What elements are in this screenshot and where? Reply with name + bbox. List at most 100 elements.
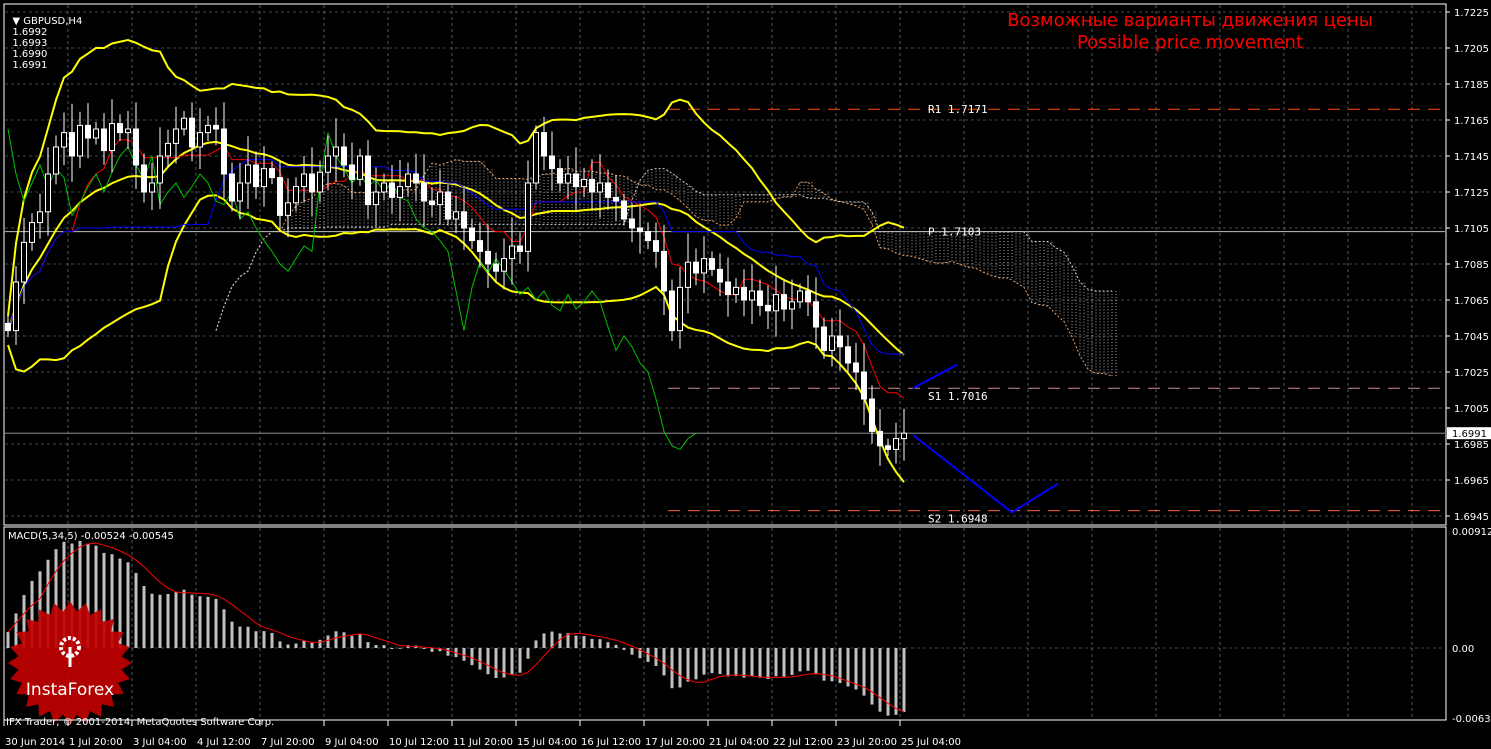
macd-histogram-bar: [742, 648, 746, 678]
ohlc-open: 1.6992: [12, 27, 48, 38]
macd-histogram-bar: [510, 648, 514, 675]
macd-histogram-bar: [230, 621, 234, 648]
macd-histogram-bar: [750, 648, 754, 677]
candle-bear: [485, 250, 491, 265]
candle-bull: [357, 155, 363, 180]
candle-bull: [205, 124, 211, 134]
macd-histogram-bar: [366, 642, 370, 648]
level-name: R1: [928, 103, 948, 116]
macd-histogram-bar: [870, 648, 874, 705]
candle-bear: [445, 191, 451, 220]
macd-histogram-bar: [446, 648, 450, 656]
macd-histogram-bar: [518, 648, 522, 673]
candle-bear: [645, 231, 651, 242]
candle-bull: [37, 211, 43, 224]
macd-histogram-bar: [654, 648, 658, 666]
x-tick-label: 11 Jul 20:00: [453, 737, 513, 748]
macd-histogram-bar: [214, 598, 218, 648]
candle-bull: [773, 294, 779, 312]
price-chart[interactable]: R1 1.7171 P 1.7103 S1 1.7016 S2 1.6948 Inst…: [0, 0, 1491, 749]
candle-bear: [269, 168, 275, 179]
symbol-header[interactable]: ▼ GBPUSD,H4 1.6992 1.6993 1.6990 1.6991: [6, 5, 82, 71]
y-tick-label: 1.7045: [1454, 332, 1489, 343]
candle-bull: [77, 124, 83, 157]
candle-bear: [669, 290, 675, 332]
candle-bull: [317, 171, 323, 193]
candle-bull: [397, 186, 403, 198]
candle-bull: [93, 128, 99, 139]
macd-histogram-bar: [678, 648, 682, 688]
level-value: 1.7103: [941, 226, 981, 239]
candle-bull: [789, 301, 795, 310]
x-tick-label: 23 Jul 20:00: [837, 737, 897, 748]
candle-bear: [469, 227, 475, 242]
candle-bear: [869, 398, 875, 432]
macd-histogram-bar: [470, 648, 474, 666]
candle-bull: [565, 173, 571, 184]
y-tick-label: 1.7085: [1454, 260, 1489, 271]
candle-bull: [749, 290, 755, 301]
macd-histogram-bar: [382, 645, 386, 648]
macd-tick-label: 0.00912: [1452, 527, 1491, 538]
candle-bull: [285, 202, 291, 216]
candle-bear: [493, 263, 499, 272]
candle-bull: [381, 182, 387, 193]
candle-bear: [741, 286, 747, 301]
macd-histogram-bar: [662, 648, 666, 676]
macd-histogram-bar: [150, 593, 154, 648]
y-tick-label: 1.6945: [1454, 512, 1489, 523]
macd-histogram-bar: [318, 639, 322, 648]
macd-histogram-bar: [766, 648, 770, 679]
candle-bear: [781, 294, 787, 310]
level-name: S1: [928, 390, 948, 403]
macd-histogram-bar: [782, 648, 786, 677]
candle-bear: [725, 281, 731, 296]
macd-histogram-bar: [670, 648, 674, 689]
y-tick-label: 1.7225: [1454, 8, 1489, 19]
candle-bear: [213, 124, 219, 130]
candle-bear: [117, 123, 123, 134]
macd-histogram-bar: [310, 642, 314, 648]
dropdown-triangle-icon[interactable]: ▼: [12, 16, 23, 27]
macd-histogram-bar: [622, 648, 626, 650]
macd-histogram-bar: [270, 632, 274, 648]
level-name: P: [928, 226, 941, 239]
candle-bull: [901, 432, 907, 440]
candle-bear: [589, 178, 595, 193]
x-tick-label: 3 Jul 04:00: [133, 737, 187, 748]
candle-bear: [853, 362, 859, 373]
y-tick-label: 1.7165: [1454, 116, 1489, 127]
level-label-s1: S1 1.7016: [928, 390, 988, 403]
macd-histogram-bar: [606, 642, 610, 648]
macd-histogram-bar: [334, 631, 338, 648]
candle-bear: [309, 173, 315, 193]
copyright: IFX Trader, © 2001-2014, MetaQuotes Soft…: [6, 717, 275, 728]
level-value: 1.7171: [948, 103, 988, 116]
macd-histogram-bar: [814, 648, 818, 675]
x-tick-label: 30 Jun 2014: [5, 737, 65, 748]
macd-histogram-bar: [902, 648, 906, 713]
current-price-label: 1.6991: [1452, 429, 1487, 440]
macd-histogram-bar: [478, 648, 482, 670]
macd-histogram-bar: [390, 648, 394, 649]
candle-bear: [805, 290, 811, 303]
candle-bull: [173, 128, 179, 144]
macd-histogram-bar: [174, 591, 178, 648]
macd-histogram-bar: [798, 648, 802, 672]
macd-histogram-bar: [822, 648, 826, 681]
y-tick-label: 1.6985: [1454, 440, 1489, 451]
macd-histogram-bar: [342, 632, 346, 648]
macd-histogram-bar: [358, 634, 362, 648]
ohlc-close: 1.6991: [12, 60, 48, 71]
macd-histogram-bar: [398, 647, 402, 649]
macd-histogram-bar: [590, 638, 594, 648]
candle-bear: [605, 182, 611, 198]
x-tick-label: 1 Jul 20:00: [69, 737, 123, 748]
candle-bull: [797, 290, 803, 303]
macd-histogram-bar: [542, 633, 546, 648]
y-tick-label: 1.7105: [1454, 224, 1489, 235]
macd-histogram-bar: [134, 572, 138, 648]
macd-histogram-bar: [726, 648, 730, 677]
instaforex-logo: InstaForex: [8, 601, 132, 725]
y-tick-label: 1.7205: [1454, 44, 1489, 55]
